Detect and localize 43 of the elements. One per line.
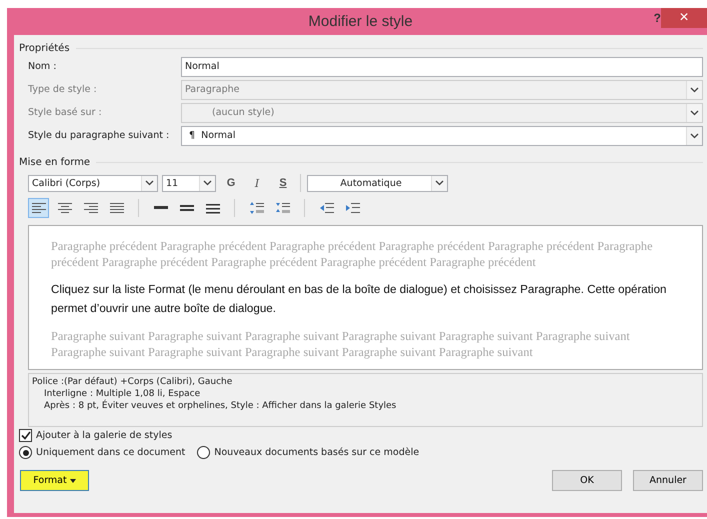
field-label: Nom : bbox=[28, 61, 58, 72]
caret-icon bbox=[70, 478, 76, 482]
radio-label: Nouveaux documents basés sur ce modèle bbox=[214, 447, 420, 458]
space-before-icon bbox=[250, 202, 264, 214]
space-after-icon bbox=[276, 202, 290, 214]
description-text: Après : 8 pt, Éviter veuves et orphelines, Style : Afficher dans la galerie Styles bbox=[43, 400, 398, 412]
field-label: Style basé sur : bbox=[28, 107, 103, 118]
description-text: Police :(Par défaut) +Corps (Calibri), Gauche bbox=[32, 376, 234, 388]
cancel-button[interactable]: Annuler bbox=[633, 470, 703, 491]
one-half-spacing-icon bbox=[180, 202, 194, 214]
bold-button[interactable]: G bbox=[220, 174, 242, 192]
sample-paragraph-text: Cliquez sur la liste Format (le menu déroulant en bas de la boîte de dialogue) et choisissez Paragraphe. Cette opération permet d’ouvrir une autre boîte de dialogue. bbox=[51, 282, 668, 317]
radio-button[interactable] bbox=[197, 446, 210, 459]
font-dropdown[interactable]: Calibri (Corps) bbox=[28, 174, 158, 192]
indent-icon bbox=[346, 202, 360, 214]
field-label: Style du paragraphe suivant : bbox=[28, 130, 170, 141]
section-heading: Mise en forme bbox=[19, 156, 90, 168]
ok-button[interactable]: OK bbox=[552, 470, 622, 491]
description-text: Interligne : Multiple 1,08 li, Espace bbox=[43, 388, 202, 400]
outdent-icon bbox=[320, 202, 334, 214]
checkbox[interactable] bbox=[19, 429, 32, 442]
section-heading: Propriétés bbox=[19, 42, 70, 54]
align-left-icon bbox=[32, 202, 46, 214]
dropdown[interactable]: ¶ Normal bbox=[181, 126, 703, 146]
window-title: Modifier le style bbox=[308, 13, 413, 30]
underline-button[interactable]: S bbox=[272, 174, 294, 192]
radio-button[interactable] bbox=[19, 446, 32, 459]
radio-label: Uniquement dans ce document bbox=[36, 447, 186, 458]
previous-paragraph-text: Paragraphe précédent Paragraphe précédent Paragraphe précédent Paragraphe précédent Paragraphe précédent Paragraphe précédent Paragraphe précédent Paragraphe précédent Paragraphe précédent Paragraphe précédent bbox=[51, 238, 654, 270]
align-right-icon bbox=[84, 202, 98, 214]
color-dropdown[interactable]: Automatique bbox=[307, 174, 448, 192]
close-button[interactable]: × bbox=[661, 8, 707, 28]
align-center-icon bbox=[58, 202, 72, 214]
checkbox-label: Ajouter à la galerie de styles bbox=[36, 430, 172, 441]
field-label: Type de style : bbox=[28, 84, 98, 95]
format-button[interactable]: Format bbox=[20, 470, 89, 491]
size-dropdown[interactable]: 11 bbox=[162, 174, 216, 192]
align-left-button[interactable] bbox=[28, 198, 49, 218]
next-paragraph-text: Paragraphe suivant Paragraphe suivant Paragraphe suivant Paragraphe suivant Paragraphe suivant Paragraphe suivant Paragraphe suivant Paragraphe suivant Paragraphe suivant Paragraphe suivant Paragraphe suivant bbox=[51, 328, 631, 360]
input-field[interactable]: Normal bbox=[181, 56, 703, 76]
italic-button[interactable]: I bbox=[246, 174, 268, 192]
double-spacing-icon bbox=[206, 202, 220, 214]
justify-icon bbox=[110, 202, 124, 214]
